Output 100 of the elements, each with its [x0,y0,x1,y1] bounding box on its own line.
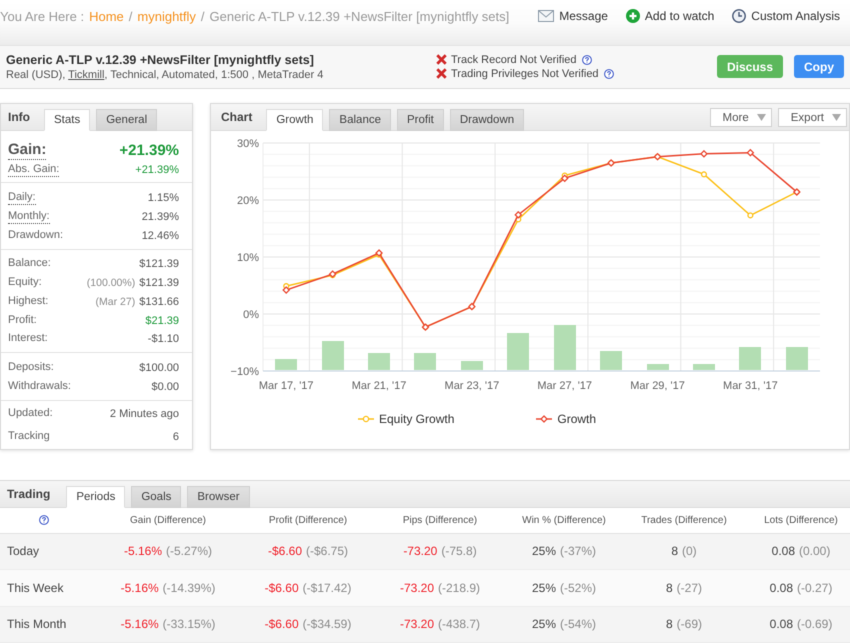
cell-value: 0.08 [770,580,793,595]
clock-icon [732,9,746,23]
stat-note: (100.00%) [86,277,136,290]
column-bar [693,364,715,370]
tab[interactable]: Goals [131,486,182,508]
cell-value: -73.20 [400,617,434,632]
stat-label: Updated: [8,407,53,422]
verification-status: Trading Privileges Not Verified [451,68,599,80]
column-bar [646,364,669,370]
stat-label: Interest: [8,332,48,346]
stat-note: (Mar 27) [96,296,136,308]
cell-value: 0.08 [770,617,793,632]
stat-label: Profit: [8,314,37,328]
cell-difference: (0.00) [799,544,830,558]
x-axis-label: Mar 23, '17 [444,380,500,392]
x-axis-label: Mar 21, '17 [352,380,406,392]
caret-icon [832,114,841,121]
breadcrumb-separator: / [200,9,205,24]
stat-value: $121.39 [139,277,179,290]
cell-value: 8 [671,544,678,558]
column-header: Profit (Difference) [268,514,348,526]
stat-value: $121.39 [139,258,179,270]
y-axis-label: 0% [243,308,259,320]
stat-value: +21.39% [135,164,179,176]
stat-label: Highest: [8,294,48,309]
x-axis-label: Mar 27, '17 [537,380,592,392]
cell-difference: (-54%) [560,617,596,632]
toolbar-link[interactable]: Add to watch [626,9,714,23]
cell-difference: (-$6.75) [306,544,348,558]
cell-difference: (-0.27) [797,580,832,595]
cell-value: 8 [666,617,673,632]
stat-label: Balance: [8,257,51,272]
cell-difference: (-27) [676,580,702,595]
stat-label: Equity: [8,276,42,290]
cell-difference: (-69) [676,617,702,632]
legend-label: Growth [557,412,596,426]
stat-value: $0.00 [151,380,179,393]
envelope-icon [538,10,554,22]
tab[interactable]: Profit [396,108,444,130]
cell-value: -$6.60 [268,544,302,558]
stat-value: 12.46% [142,230,179,242]
stat-label: Tracking [8,430,50,444]
tab[interactable]: Browser [187,486,250,508]
cell-value: -$6.60 [264,617,299,632]
caret-icon [756,114,766,121]
legend-marker-icon [358,414,374,422]
tab[interactable]: Balance [329,108,391,130]
column-bar [507,333,530,370]
cell-difference: (-37%) [560,544,596,558]
stat-label: Abs. Gain: [8,162,60,177]
breadcrumb-current: Generic A-TLP v.12.39 +NewsFilter [mynightfly sets] [210,9,510,24]
column-bar [322,341,344,370]
toolbar-link[interactable]: Message [538,9,608,23]
stat-label: Deposits: [8,361,54,376]
panel-title: Chart [221,110,252,124]
cell-value: 0.08 [772,544,795,558]
dropdown-button[interactable]: Export [778,108,847,127]
cell-value: 8 [666,580,673,595]
cell-difference: (-5.27%) [166,544,212,558]
period-label: This Week [6,580,64,595]
stat-value: $21.39 [145,314,179,327]
tab[interactable]: Stats [44,108,90,130]
stat-value: $131.66 [139,296,179,308]
column-bar [600,350,622,370]
help-icon[interactable] [582,54,592,65]
cell-difference: (-$34.59) [302,617,352,632]
column-bar [414,353,436,370]
column-header: Win % (Difference) [521,514,607,526]
y-axis-label: 30% [236,138,259,150]
cell-difference: (-218.9) [438,580,480,595]
tab[interactable]: General [96,108,158,130]
broker-link[interactable]: Tickmill [68,68,104,81]
stat-value: $100.00 [139,362,179,374]
stat-label: Withdrawals: [8,380,71,394]
y-axis-label: −10% [230,366,259,378]
cell-difference: (-0.69) [797,617,832,632]
cell-value: 25% [532,617,556,632]
cell-value: -5.16% [120,580,159,595]
cell-value: 25% [532,580,556,595]
dropdown-button[interactable]: More [710,108,772,127]
tab[interactable]: Drawdown [450,108,524,130]
period-label: Today [6,544,40,558]
system-title: Generic A-TLP v.12.39 +NewsFilter [mynightfly sets] [6,52,315,67]
column-bar [786,347,808,370]
column-bar [275,359,298,370]
toolbar-link[interactable]: Custom Analysis [732,9,840,23]
stat-label: Daily: [8,191,36,206]
column-header: Trades (Difference) [640,514,728,526]
plus-icon [626,9,640,23]
help-icon[interactable] [604,68,614,79]
legend-label: Equity Growth [379,412,454,426]
stat-value: 21.39% [142,210,179,223]
column-bar [460,361,483,370]
cell-difference: (-14.39%) [162,580,216,595]
cell-difference: (-75.8) [441,544,477,558]
tab[interactable]: Periods [66,486,126,508]
tab[interactable]: Growth [266,108,324,130]
cell-value: -5.16% [120,617,159,632]
cell-difference: (-33.15%) [162,617,216,632]
help-icon[interactable] [39,515,49,525]
